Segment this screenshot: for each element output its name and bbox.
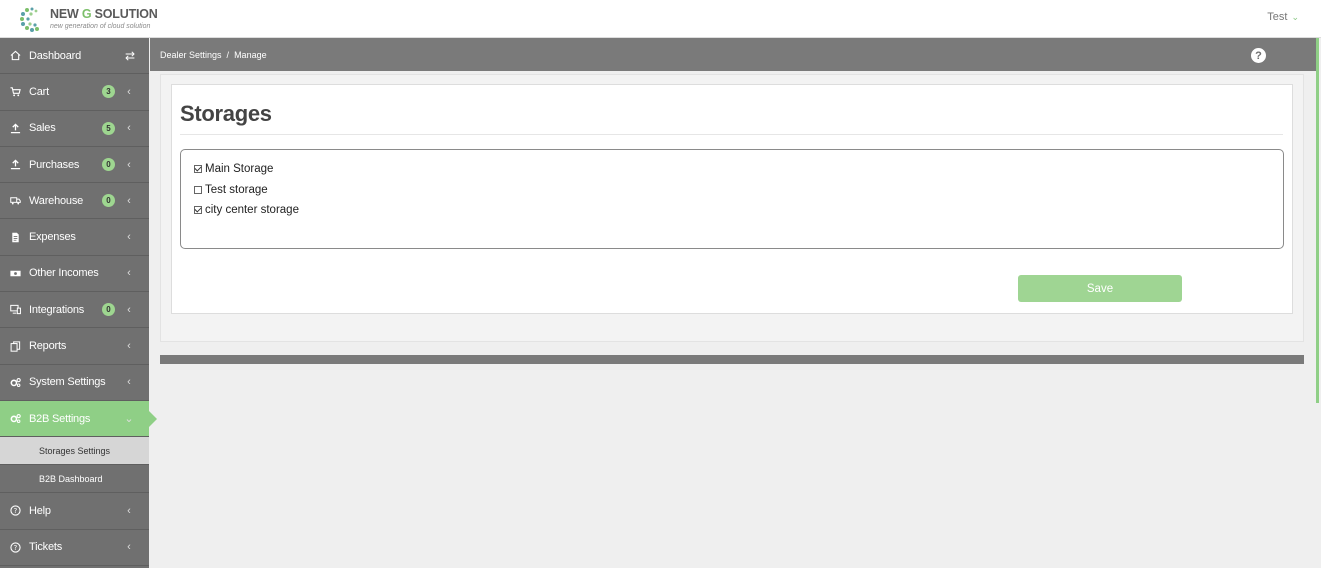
cart-icon	[8, 86, 22, 97]
count-badge: 0	[102, 194, 115, 208]
sidebar-item-dashboard[interactable]: Dashboard ⇄	[0, 38, 149, 75]
sidebar-item-sales[interactable]: Sales 5 ‹	[0, 111, 149, 147]
user-name: Test	[1267, 11, 1288, 23]
sidebar-item-expenses[interactable]: Expenses ‹	[0, 219, 149, 256]
scrollbar[interactable]	[1316, 38, 1319, 403]
breadcrumb-parent[interactable]: Dealer Settings	[160, 50, 222, 60]
sidebar-item-help[interactable]: ? Help ‹	[0, 493, 149, 530]
count-badge: 3	[102, 85, 115, 99]
chevron-left-icon: ‹	[127, 541, 131, 554]
sidebar-item-integrations[interactable]: Integrations 0 ‹	[0, 292, 149, 329]
money-icon	[8, 268, 22, 279]
chevron-left-icon: ‹	[127, 303, 131, 316]
sidebar-item-label: Integrations	[29, 303, 85, 316]
sidebar-item-system-settings[interactable]: System Settings ‹	[0, 365, 149, 401]
sidebar-item-purchases[interactable]: Purchases 0 ‹	[0, 147, 149, 184]
sidebar-item-tickets[interactable]: ? Tickets ‹	[0, 530, 149, 566]
devices-icon	[8, 304, 22, 315]
home-icon	[8, 50, 22, 61]
logo-subtitle: new generation of cloud solution	[50, 22, 151, 30]
question-icon: ?	[8, 542, 22, 553]
logo[interactable]: NEW G SOLUTION new generation of cloud s…	[18, 3, 158, 35]
breadcrumb-current: Manage	[234, 49, 267, 60]
chevron-left-icon: ‹	[127, 158, 131, 171]
sidebar-item-label: Reports	[29, 340, 67, 353]
chevron-left-icon: ‹	[127, 122, 131, 135]
title-divider	[180, 134, 1283, 135]
chevron-down-icon: ⌄	[1291, 11, 1299, 22]
top-header: NEW G SOLUTION new generation of cloud s…	[0, 0, 1321, 38]
sidebar-item-label: Purchases	[29, 158, 80, 171]
chevron-down-icon: ⌄	[124, 413, 134, 426]
sidebar-item-label: Expenses	[29, 231, 76, 244]
chevron-left-icon: ‹	[127, 231, 131, 244]
chevron-left-icon: ‹	[127, 194, 131, 207]
sidebar-item-reports[interactable]: Reports ‹	[0, 328, 149, 365]
sidebar: Dashboard ⇄ Cart 3 ‹ Sales 5 ‹ Purchases…	[0, 38, 157, 568]
sidebar-item-warehouse[interactable]: Warehouse 0 ‹	[0, 183, 149, 220]
gears-icon	[8, 413, 22, 424]
gears-icon	[8, 377, 22, 388]
svg-text:?: ?	[13, 507, 17, 515]
sidebar-item-label: Other Incomes	[29, 267, 99, 280]
sidebar-item-label: Help	[29, 504, 51, 517]
sidebar-item-other-incomes[interactable]: Other Incomes ‹	[0, 256, 149, 293]
breadcrumb-separator: /	[226, 49, 230, 60]
copy-icon	[8, 340, 22, 352]
storage-label: Test storage	[205, 184, 268, 196]
storage-label: city center storage	[205, 204, 299, 216]
count-badge: 5	[102, 121, 115, 135]
breadcrumb: Dealer Settings / Manage ?	[150, 38, 1316, 71]
storage-option-main[interactable]: Main Storage	[194, 163, 273, 175]
storage-option-city-center[interactable]: city center storage	[194, 204, 299, 216]
chevron-left-icon: ‹	[127, 504, 131, 517]
count-badge: 0	[102, 303, 115, 317]
storage-checkbox[interactable]	[194, 186, 202, 194]
sidebar-subitem-b2b-dashboard[interactable]: B2B Dashboard	[0, 465, 149, 494]
save-button[interactable]: Save	[1018, 275, 1182, 302]
sidebar-item-label: Cart	[29, 85, 49, 98]
sidebar-item-label: Tickets	[29, 541, 63, 554]
sidebar-item-label: Dashboard	[29, 49, 82, 62]
chevron-left-icon: ‹	[127, 376, 131, 389]
sidebar-item-label: B2B Settings	[29, 412, 91, 425]
sidebar-item-label: Sales	[29, 122, 56, 135]
chevron-left-icon: ‹	[127, 340, 131, 353]
upload-icon	[8, 159, 22, 170]
storage-checkbox[interactable]	[194, 206, 202, 214]
storage-option-test[interactable]: Test storage	[194, 184, 268, 196]
sidebar-item-label: System Settings	[29, 376, 106, 389]
count-badge: 0	[102, 158, 115, 172]
question-icon: ?	[8, 505, 22, 517]
sidebar-subitem-storages-settings[interactable]: Storages Settings	[0, 437, 149, 466]
document-icon	[8, 232, 22, 243]
logo-title: NEW G SOLUTION	[50, 7, 158, 22]
footer-bar	[160, 355, 1304, 364]
help-icon[interactable]: ?	[1251, 48, 1266, 63]
swap-icon[interactable]: ⇄	[125, 49, 135, 63]
sidebar-item-cart[interactable]: Cart 3 ‹	[0, 74, 149, 111]
logo-icon	[18, 4, 48, 34]
user-menu[interactable]: Test ⌄	[1267, 11, 1299, 23]
sidebar-item-label: Warehouse	[29, 194, 84, 207]
svg-text:?: ?	[13, 544, 17, 552]
page-title: Storages	[180, 101, 272, 126]
chevron-left-icon: ‹	[127, 85, 131, 98]
upload-icon	[8, 123, 22, 134]
storage-label: Main Storage	[205, 163, 274, 175]
truck-icon	[8, 195, 22, 206]
storage-checkbox[interactable]	[194, 165, 202, 173]
sidebar-item-b2b-settings[interactable]: B2B Settings ⌄	[0, 400, 157, 438]
chevron-left-icon: ‹	[127, 267, 131, 280]
storage-list	[180, 149, 1284, 249]
